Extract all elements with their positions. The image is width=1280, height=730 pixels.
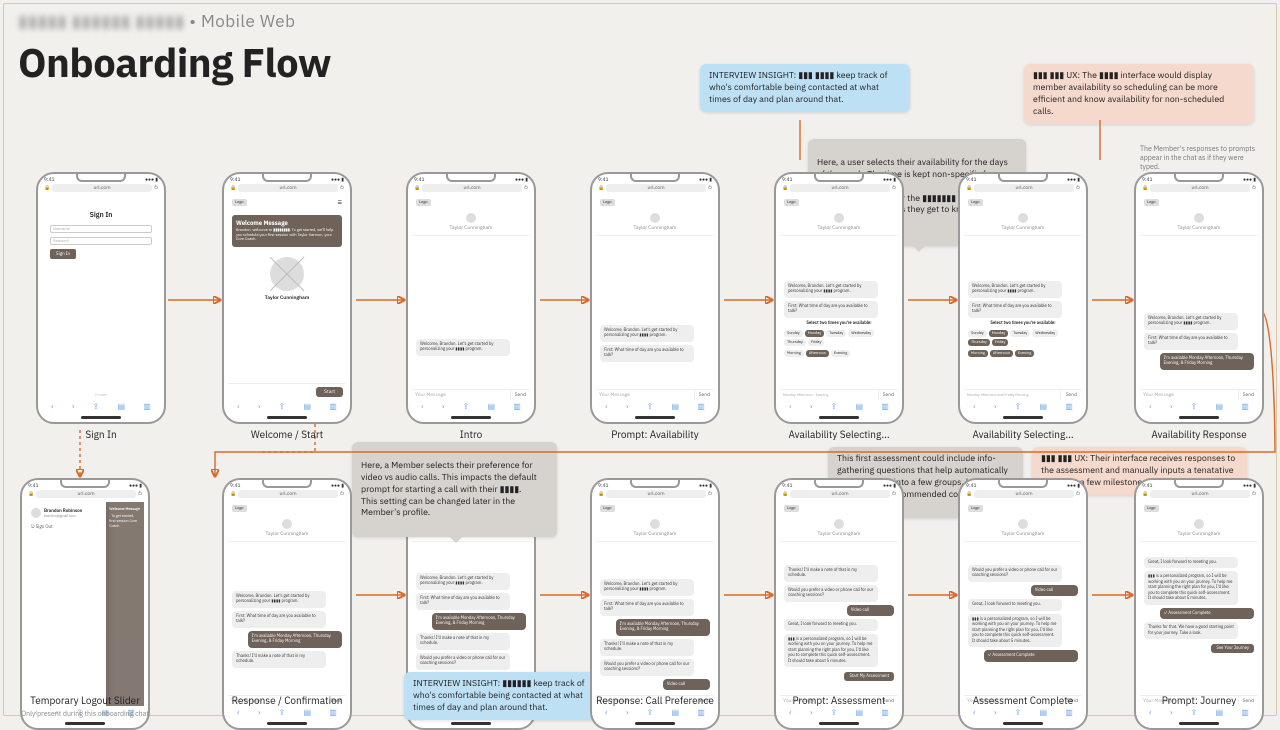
phone-confirm: 9:41●●● ▮ 🔒url.com↻ Logo Taylor Cunningh… [222, 478, 352, 730]
signout-link[interactable]: Sign Out [36, 524, 53, 530]
phone-avail-1: 9:41●●● ▮ 🔒url.com↻ Logo Taylor Cunningh… [774, 172, 904, 424]
phone-welcome: 9:41●●● ▮ 🔒url.com↻ Logo☰ Welcome Messag… [222, 172, 352, 424]
welcome-banner: Welcome MessageBrandon, welcome to ▮▮▮▮▮… [232, 215, 342, 247]
page-title: Onboarding Flow [18, 36, 331, 88]
breadcrumb-redacted: ▮▮▮▮▮ ▮▮▮▮▮▮ ▮▮▮▮▮ [18, 10, 185, 32]
phone-assess-prompt: 9:41●●● ▮ 🔒url.com↻ Logo Taylor Cunningh… [774, 478, 904, 730]
breadcrumb-context: • Mobile Web [189, 10, 295, 32]
phone-slider: 9:41●●● ▮ 🔒url.com↻ Welcome Message. To … [20, 478, 150, 730]
see-journey-button[interactable]: See Your Journey [1211, 644, 1254, 653]
phone-journey: 9:41●●● ▮ 🔒url.com↻ Logo Taylor Cunningh… [1134, 478, 1264, 730]
send-button[interactable]: Send [510, 390, 530, 400]
coach-name: Taylor Cunningham [228, 295, 346, 301]
day-chips[interactable]: SundayMonday TuesdayWednesday ThursdayFr… [780, 328, 898, 348]
annot-responses: The Member's responses to prompts appear… [1140, 144, 1260, 171]
username-field[interactable]: Username [50, 225, 152, 233]
phone-assess-done: 9:41●●● ▮ 🔒url.com↻ Logo Taylor Cunningh… [958, 478, 1088, 730]
phone-callpref: 9:41●●● ▮ 🔒url.com↻ Logo Taylor Cunningh… [590, 478, 720, 730]
tod-chips[interactable]: MorningAfternoonEvening [780, 348, 898, 359]
logout-slider[interactable]: Brandon Robinsonbrandon@gmail.com ⎋ Sign… [26, 502, 106, 706]
note-interview-2: INTERVIEW INSIGHT: ▮▮▮▮▮▮ keep track of … [404, 672, 604, 720]
cap-signin: Sign In [36, 428, 166, 441]
note-callpref: Here, a Member selects their preference … [352, 442, 557, 537]
breadcrumb: ▮▮▮▮▮ ▮▮▮▮▮▮ ▮▮▮▮▮ • Mobile Web [18, 10, 295, 32]
signin-title: Sign In [50, 210, 152, 219]
phone-avail-2: 9:41●●● ▮ 🔒url.com↻ Logo Taylor Cunningh… [958, 172, 1088, 424]
start-assessment-button[interactable]: Start My Assessment [844, 672, 894, 681]
coach-avatar [270, 257, 304, 291]
password-field[interactable]: Password [50, 237, 152, 245]
note-interview-1: INTERVIEW INSIGHT: ▮▮▮ ▮▮▮▮ keep track o… [700, 64, 910, 112]
phone-prompt-avail: 9:41●●● ▮ 🔒url.com↻ Logo Taylor Cunningh… [590, 172, 720, 424]
phone-intro: 9:41●●● ▮ 🔒url.com↻ Logo Taylor Cunningh… [406, 172, 536, 424]
phone-signin: 9:41●●● ▮ 🔒url.com↻ Sign In Username Pas… [36, 172, 166, 424]
signin-button[interactable]: Sign In [50, 249, 76, 259]
note-ux-1: ▮▮▮ ▮▮▮ UX: The ▮▮▮▮ interface would dis… [1024, 64, 1254, 124]
phone-avail-resp: 9:41●●● ▮ 🔒url.com↻ Logo Taylor Cunningh… [1134, 172, 1264, 424]
cap-welcome: Welcome / Start [222, 428, 352, 441]
start-button[interactable]: Start [316, 387, 343, 397]
